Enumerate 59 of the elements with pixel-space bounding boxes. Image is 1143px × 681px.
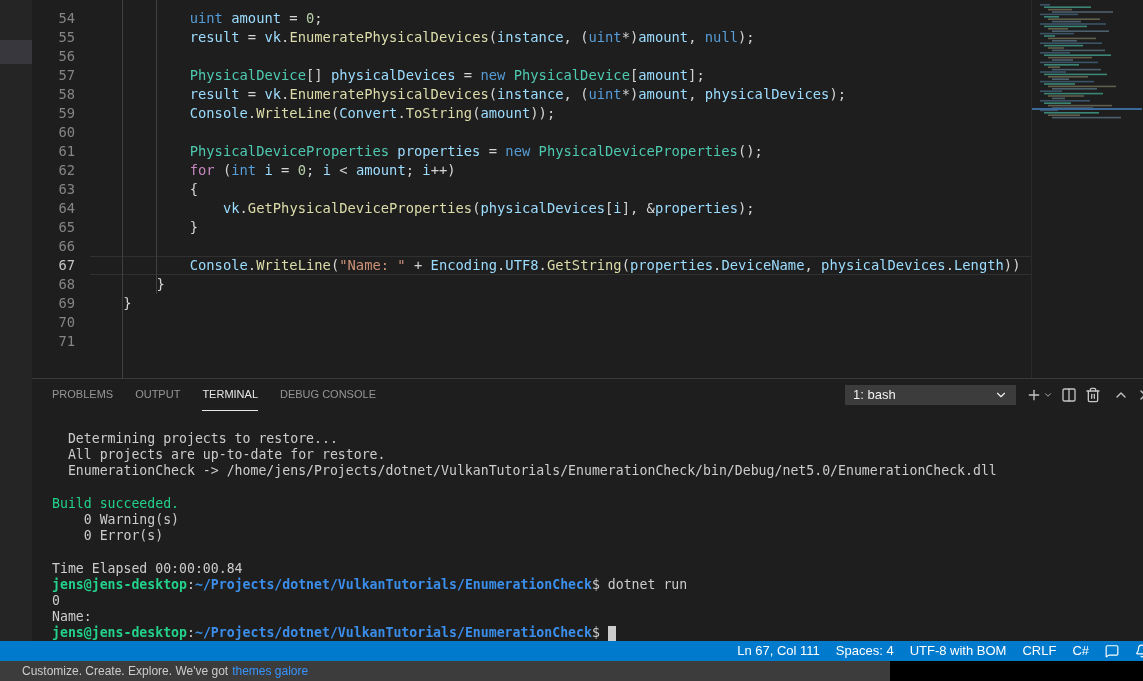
- line-number: 55: [57, 28, 75, 47]
- line-number: 65: [57, 218, 75, 237]
- code-line: uint amount = 0;: [188, 9, 324, 28]
- terminal-line: 0: [52, 593, 61, 610]
- panel-tab[interactable]: OUTPUT: [135, 379, 181, 411]
- status-item[interactable]: C#: [1072, 641, 1089, 661]
- code-line: Console.WriteLine("Name: " + Encoding.UTF8.GetString(properties.DeviceName, physicalDevices.Length)): [90, 256, 1031, 275]
- line-number: 64: [57, 199, 75, 218]
- trash-icon[interactable]: [1085, 387, 1101, 403]
- line-number: 71: [57, 332, 75, 351]
- code-line: vk.GetPhysicalDeviceProperties(physicalDevices[i], &properties);: [221, 199, 756, 218]
- line-number: 60: [57, 123, 75, 142]
- line-number: 69: [57, 294, 75, 313]
- panel-tab[interactable]: PROBLEMS: [52, 379, 114, 411]
- terminal-line: Time Elapsed 00:00:00.84: [52, 559, 244, 577]
- terminal-line: All projects are up-to-date for restore.: [66, 447, 387, 464]
- notification-text: Customize. Create. Explore. We've got: [22, 663, 229, 680]
- plus-icon[interactable]: [1026, 387, 1042, 403]
- status-item[interactable]: Ln 67, Col 111: [737, 641, 820, 661]
- code-line: Console.WriteLine(Convert.ToString(amount));: [188, 104, 557, 123]
- status-item[interactable]: UTF-8 with BOM: [909, 641, 1007, 661]
- line-number: 54: [57, 9, 75, 28]
- speech-bubble-icon[interactable]: [1105, 644, 1119, 658]
- line-number: 61: [57, 142, 75, 161]
- status-item[interactable]: CRLF: [1022, 641, 1057, 661]
- code-line: PhysicalDeviceProperties properties = new PhysicalDeviceProperties();: [188, 142, 764, 161]
- code-line: result = vk.EnumeratePhysicalDevices(instance, (uint*)amount, null);: [188, 28, 756, 47]
- code-line: for (int i = 0; i < amount; i++): [188, 161, 457, 180]
- line-number: 58: [57, 85, 75, 104]
- code-line: }: [155, 275, 166, 294]
- line-number: 67: [57, 256, 75, 275]
- themes-link[interactable]: themes galore: [232, 662, 309, 680]
- terminal-line: jens@jens-desktop:~/Projects/dotnet/VulkanTutorials/EnumerationCheck$: [52, 625, 1143, 642]
- line-number: 56: [57, 47, 75, 66]
- code-line: result = vk.EnumeratePhysicalDevices(instance, (uint*)amount, physicalDevices);: [188, 85, 847, 104]
- terminal-line: jens@jens-desktop:~/Projects/dotnet/VulkanTutorials/EnumerationCheck$ dotnet run: [52, 576, 689, 593]
- terminal-line: EnumerationCheck -> /home/jens/Projects/dotnet/VulkanTutorials/EnumerationCheck/bin/Debug/net5.0/EnumerationCheck.dll: [66, 463, 998, 480]
- panel-tab[interactable]: DEBUG CONSOLE: [280, 379, 376, 411]
- panel-tab[interactable]: TERMINAL: [202, 379, 258, 411]
- terminal-line: Name:: [52, 609, 93, 625]
- terminal-select[interactable]: 1: bash: [845, 385, 1016, 405]
- terminal-line: 0 Warning(s): [82, 512, 181, 529]
- terminal-line: Determining projects to restore...: [66, 431, 339, 448]
- line-number: 57: [57, 66, 75, 85]
- code-line: PhysicalDevice[] physicalDevices = new PhysicalDevice[amount];: [188, 66, 706, 85]
- code-line: }: [122, 294, 133, 313]
- status-item[interactable]: Spaces: 4: [835, 641, 894, 661]
- line-number: 59: [57, 104, 75, 123]
- line-number: 62: [57, 161, 75, 180]
- terminal-line: 0 Error(s): [82, 528, 165, 545]
- code-line: {: [188, 180, 199, 199]
- terminal-line: Build succeeded.: [52, 494, 181, 512]
- split-icon[interactable]: [1061, 387, 1077, 403]
- line-number: 63: [57, 180, 75, 199]
- line-number: 70: [57, 313, 75, 332]
- code-line: }: [188, 218, 199, 237]
- chevron-down-icon[interactable]: [1043, 390, 1053, 400]
- line-number: 68: [57, 275, 75, 294]
- line-number: 66: [57, 237, 75, 256]
